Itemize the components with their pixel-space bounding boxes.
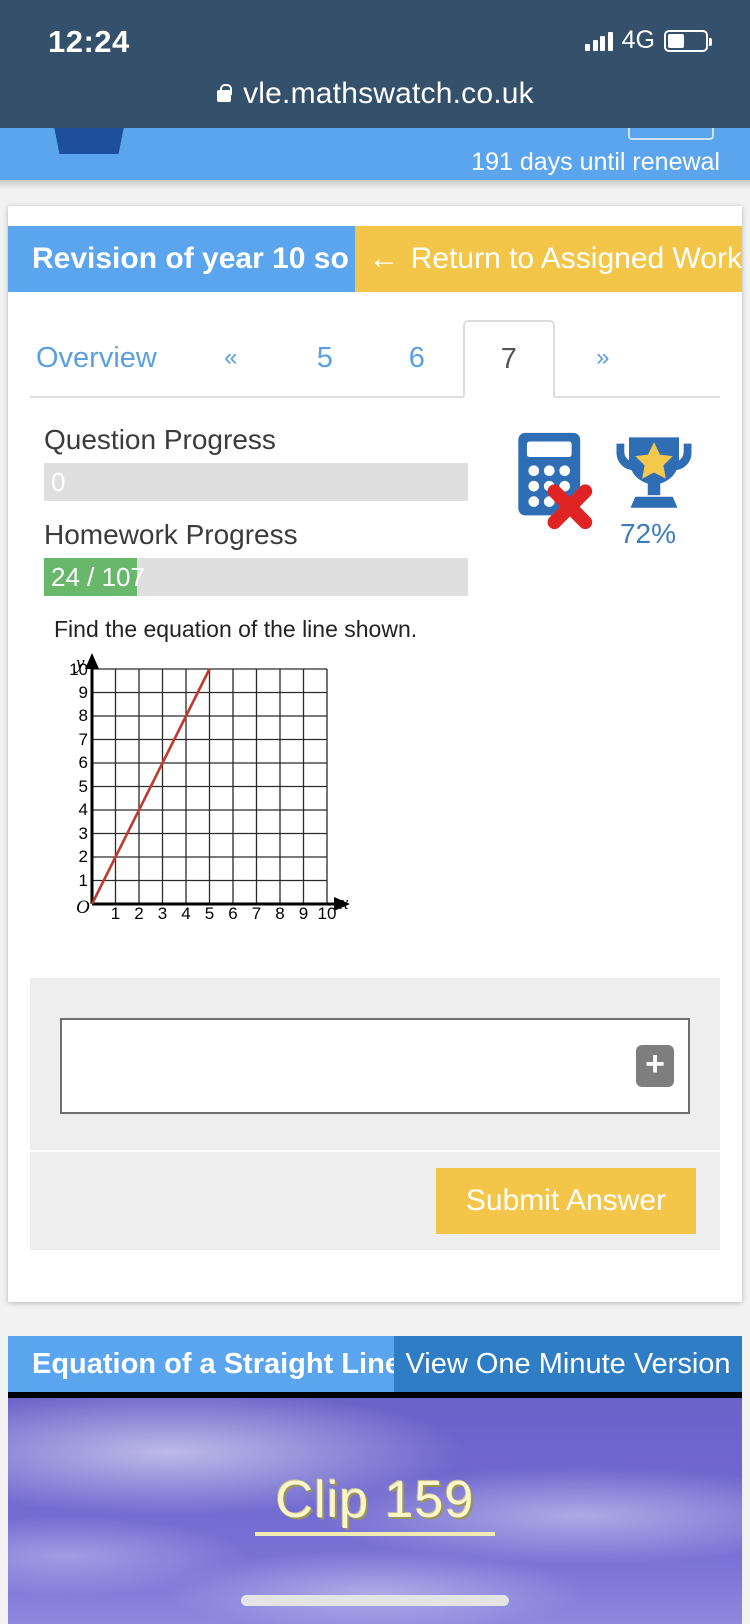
mathswatch-logo-icon[interactable]	[48, 128, 130, 154]
svg-text:4: 4	[79, 800, 88, 819]
top-strip-shadow	[0, 180, 750, 190]
origin-label: O	[76, 897, 90, 918]
return-label: Return to Assigned Work	[410, 242, 742, 275]
return-to-assigned-work-button[interactable]: ← Return to Assigned Work	[354, 226, 742, 292]
badge-group: 72%	[508, 426, 708, 549]
tab-clip-title[interactable]: Equation of a Straight Line	[8, 1336, 394, 1392]
svg-text:4: 4	[181, 904, 190, 921]
arrow-left-icon: ←	[368, 242, 399, 275]
battery-icon	[664, 29, 712, 52]
site-top-bar: 191 days until renewal	[0, 128, 750, 180]
svg-text:10: 10	[318, 904, 337, 921]
tab-page-5[interactable]: 5	[279, 320, 371, 396]
svg-text:5: 5	[79, 777, 88, 796]
renew-button[interactable]	[628, 128, 714, 140]
calculator-not-allowed-icon	[518, 432, 593, 530]
question-graph: y x O	[52, 651, 742, 926]
url-text: vle.mathswatch.co.uk	[243, 77, 534, 110]
browser-chrome: 12:24 4G vle.mathswatch.co.uk	[0, 0, 750, 128]
svg-text:9: 9	[79, 683, 88, 702]
score-percent: 72%	[619, 518, 676, 549]
question-tabs: Overview « 5 6 7 »	[30, 320, 720, 398]
svg-text:6: 6	[228, 904, 237, 921]
submit-answer-button[interactable]: Submit Answer	[435, 1168, 696, 1234]
homework-title: Revision of year 10 so far!	[8, 226, 355, 292]
question-progress-value: 0	[51, 467, 66, 497]
svg-text:7: 7	[252, 904, 261, 921]
question-progress-bar: 0	[44, 463, 468, 501]
svg-text:8: 8	[275, 904, 284, 921]
status-clock: 12:24	[48, 24, 130, 59]
homework-card: Revision of year 10 so far! ← Return to …	[8, 206, 742, 1302]
signal-bars-icon	[585, 31, 613, 51]
renewal-notice: 191 days until renewal	[471, 148, 720, 176]
tab-one-minute-version[interactable]: View One Minute Version	[394, 1336, 742, 1392]
svg-text:2: 2	[79, 847, 88, 866]
phone-screen: 12:24 4G vle.mathswatch.co.uk 191 days u…	[0, 0, 750, 1624]
svg-text:6: 6	[79, 753, 88, 772]
tab-page-7[interactable]: 7	[462, 320, 555, 398]
tab-page-6[interactable]: 6	[371, 320, 463, 396]
svg-text:3: 3	[158, 904, 167, 921]
video-tab-bar: Equation of a Straight Line View One Min…	[8, 1336, 742, 1392]
svg-text:10: 10	[69, 660, 88, 679]
homework-progress-value: 24 / 107	[51, 562, 145, 592]
axis-arrows	[85, 653, 350, 911]
home-indicator	[241, 1595, 509, 1606]
svg-text:9: 9	[299, 904, 308, 921]
status-indicators: 4G	[585, 26, 712, 55]
svg-text:1: 1	[111, 904, 120, 921]
status-bar: 12:24 4G	[0, 24, 750, 64]
submit-pane: Submit Answer	[30, 1150, 720, 1250]
address-bar[interactable]: vle.mathswatch.co.uk	[0, 72, 750, 116]
svg-text:7: 7	[79, 730, 88, 749]
answer-pane: +	[30, 978, 720, 1154]
homework-header: Revision of year 10 so far! ← Return to …	[8, 226, 742, 292]
plus-icon: +	[645, 1045, 665, 1083]
svg-text:2: 2	[134, 904, 143, 921]
answer-input-wrapper[interactable]: +	[60, 1018, 690, 1114]
homework-progress-bar: 24 / 107	[44, 558, 468, 596]
video-player[interactable]: Clip 159	[8, 1392, 742, 1624]
lock-icon	[216, 84, 233, 104]
svg-text:1: 1	[79, 871, 88, 890]
tab-prev-page[interactable]: «	[183, 320, 279, 396]
y-tick-labels: 10 9 8 7 6 5 4 3 2 1	[69, 660, 88, 890]
svg-text:5: 5	[205, 904, 214, 921]
coordinate-grid-chart: y x O	[69, 653, 350, 923]
insert-symbol-button[interactable]: +	[636, 1045, 674, 1087]
network-type-label: 4G	[621, 26, 655, 54]
trophy-star-icon	[616, 437, 692, 508]
clip-name-label: Clip 159	[275, 1471, 475, 1529]
svg-text:3: 3	[79, 824, 88, 843]
tab-overview[interactable]: Overview	[30, 320, 183, 396]
progress-section: 72% Question Progress 0 Homework Progres…	[44, 424, 718, 596]
question-prompt: Find the equation of the line shown.	[54, 616, 418, 642]
svg-text:8: 8	[79, 706, 88, 725]
grid-lines	[91, 668, 328, 905]
clip-name-underline	[255, 1532, 495, 1536]
x-tick-labels: 1 2 3 4 5 6 7 8 9 10	[111, 904, 337, 923]
tab-next-page[interactable]: »	[555, 320, 651, 396]
